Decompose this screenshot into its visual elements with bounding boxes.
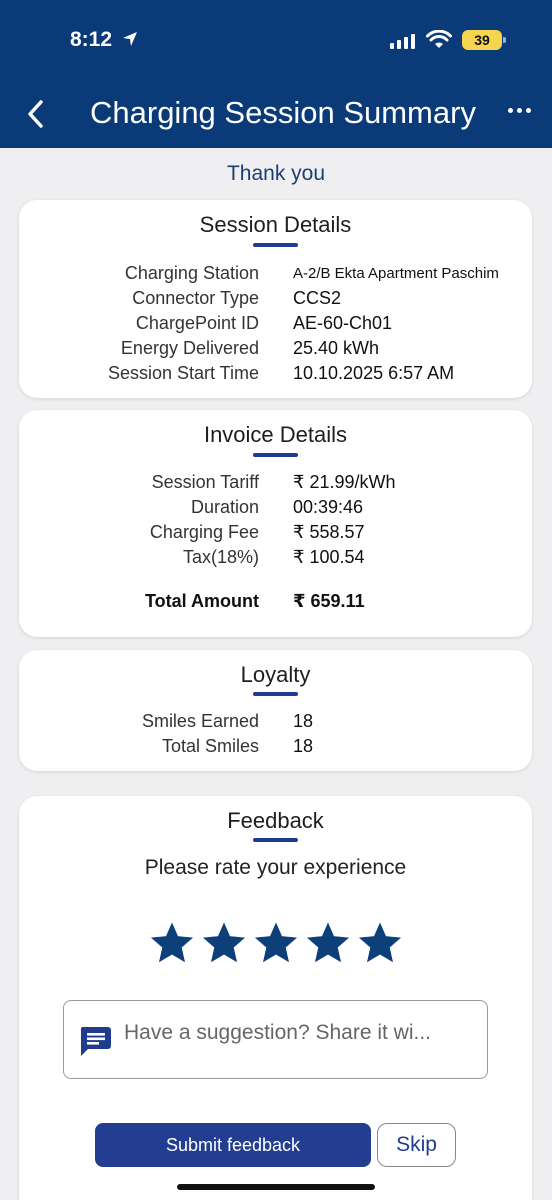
invoice-row: Tax(18%) ₹ 100.54 bbox=[19, 547, 532, 571]
loyalty-value: 18 bbox=[293, 736, 314, 756]
invoice-value: 00:39:46 bbox=[293, 497, 364, 517]
loyalty-label: Smiles Earned bbox=[141, 711, 259, 731]
submit-feedback-button[interactable]: Submit feedback bbox=[95, 1123, 371, 1167]
invoice-value: ₹ 100.54 bbox=[293, 547, 365, 567]
loyalty-row: Total Smiles 18 bbox=[19, 736, 532, 760]
battery-indicator: 39 bbox=[462, 30, 506, 50]
detail-row: Session Start Time 10.10.2025 6:57 AM bbox=[19, 363, 532, 387]
loyalty-label: Total Smiles bbox=[161, 736, 259, 756]
detail-value: 25.40 kWh bbox=[293, 338, 380, 358]
star-icon[interactable] bbox=[255, 922, 297, 964]
detail-label: ChargePoint ID bbox=[135, 313, 259, 333]
invoice-row: Charging Fee ₹ 558.57 bbox=[19, 522, 532, 546]
invoice-label: Duration bbox=[190, 497, 259, 517]
home-indicator bbox=[177, 1184, 375, 1190]
invoice-label: Session Tariff bbox=[151, 472, 259, 492]
session-details-title: Session Details bbox=[199, 212, 352, 237]
title-underline bbox=[253, 243, 298, 247]
location-arrow-icon bbox=[123, 32, 137, 46]
loyalty-card: Loyalty Smiles Earned 18 Total Smiles 18 bbox=[19, 650, 532, 771]
detail-label: Session Start Time bbox=[107, 363, 259, 383]
loyalty-row: Smiles Earned 18 bbox=[19, 711, 532, 735]
detail-row: ChargePoint ID AE-60-Ch01 bbox=[19, 313, 532, 337]
feedback-card: Feedback Please rate your experience Sub… bbox=[19, 796, 532, 1200]
title-underline bbox=[253, 838, 298, 842]
star-icon[interactable] bbox=[359, 922, 401, 964]
page-title: Charging Session Summary bbox=[90, 95, 476, 130]
wifi-icon bbox=[426, 30, 452, 48]
thank-you-text: Thank you bbox=[226, 162, 326, 185]
rating-prompt: Please rate your experience bbox=[144, 856, 407, 879]
invoice-details-title: Invoice Details bbox=[203, 422, 348, 447]
status-time: 8:12 bbox=[70, 28, 113, 51]
total-amount-row: Total Amount ₹ 659.11 bbox=[19, 591, 532, 615]
invoice-value: ₹ 21.99/kWh bbox=[293, 472, 396, 492]
cellular-signal-icon bbox=[390, 34, 415, 49]
total-amount-value: ₹ 659.11 bbox=[293, 591, 365, 611]
skip-button[interactable]: Skip bbox=[377, 1123, 456, 1167]
feedback-title: Feedback bbox=[227, 808, 324, 833]
detail-row: Energy Delivered 25.40 kWh bbox=[19, 338, 532, 362]
suggestion-input[interactable] bbox=[124, 1021, 474, 1045]
detail-label: Charging Station bbox=[124, 263, 259, 283]
title-underline bbox=[253, 692, 298, 696]
loyalty-title: Loyalty bbox=[240, 662, 311, 687]
message-icon bbox=[80, 1027, 111, 1056]
status-bar: 8:12 39 bbox=[0, 28, 552, 58]
invoice-label: Tax(18%) bbox=[182, 547, 259, 567]
star-icon[interactable] bbox=[203, 922, 245, 964]
detail-value: A-2/B Ekta Apartment Paschim bbox=[293, 265, 499, 282]
star-icon[interactable] bbox=[307, 922, 349, 964]
suggestion-field[interactable] bbox=[63, 1000, 488, 1079]
invoice-value: ₹ 558.57 bbox=[293, 522, 365, 542]
star-rating[interactable] bbox=[151, 922, 401, 964]
detail-label: Connector Type bbox=[132, 288, 259, 308]
invoice-label: Charging Fee bbox=[149, 522, 259, 542]
detail-row: Charging Station A-2/B Ekta Apartment Pa… bbox=[19, 263, 532, 287]
star-icon[interactable] bbox=[151, 922, 193, 964]
session-details-card: Session Details Charging Station A-2/B E… bbox=[19, 200, 532, 398]
detail-value: CCS2 bbox=[293, 288, 342, 308]
detail-row: Connector Type CCS2 bbox=[19, 288, 532, 312]
invoice-details-card: Invoice Details Session Tariff ₹ 21.99/k… bbox=[19, 410, 532, 637]
chevron-left-icon[interactable] bbox=[22, 96, 52, 132]
title-underline bbox=[253, 453, 298, 457]
invoice-row: Duration 00:39:46 bbox=[19, 497, 532, 521]
detail-value: AE-60-Ch01 bbox=[293, 313, 393, 333]
loyalty-value: 18 bbox=[293, 711, 314, 731]
total-amount-label: Total Amount bbox=[145, 591, 259, 611]
detail-value: 10.10.2025 6:57 AM bbox=[293, 363, 455, 383]
more-horizontal-icon[interactable] bbox=[508, 108, 531, 113]
detail-label: Energy Delivered bbox=[120, 338, 259, 358]
invoice-row: Session Tariff ₹ 21.99/kWh bbox=[19, 472, 532, 496]
app-header: 8:12 39 Charging Session Summary bbox=[0, 0, 552, 148]
